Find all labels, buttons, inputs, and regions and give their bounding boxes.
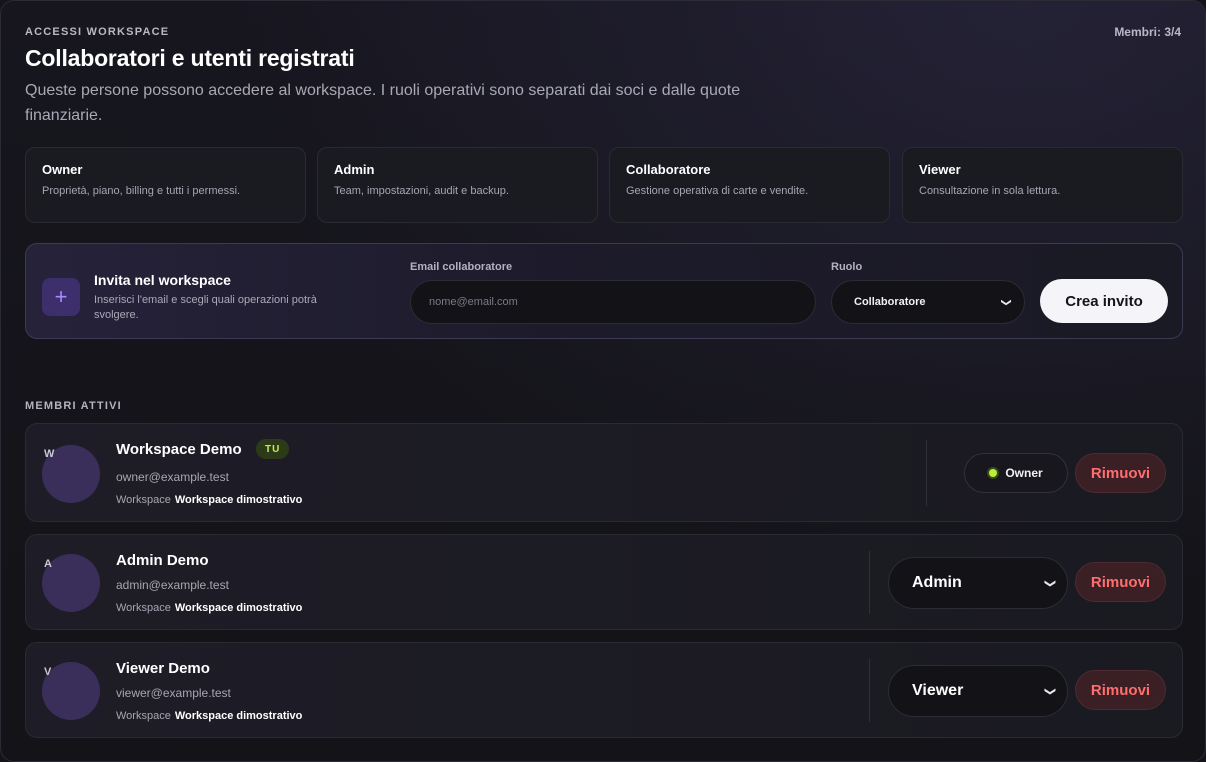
role-description: Proprietà, piano, billing e tutti i perm… xyxy=(42,185,241,197)
members-section-label: MEMBRI ATTIVI xyxy=(25,400,122,412)
role-name: Admin xyxy=(334,162,375,177)
workspace-label: Workspace xyxy=(116,602,171,614)
avatar-initial: A xyxy=(44,558,52,570)
member-name: Viewer Demo xyxy=(116,660,210,677)
workspace-label: Workspace xyxy=(116,494,171,506)
member-email: admin@example.test xyxy=(116,578,229,592)
remove-member-button[interactable]: Rimuovi xyxy=(1075,670,1166,710)
role-name: Owner xyxy=(42,162,83,177)
page-title: Collaboratori e utenti registrati xyxy=(25,45,355,71)
workspace-access-panel: ACCESSI WORKSPACE Membri: 3/4 Collaborat… xyxy=(0,0,1206,762)
invite-description: Inserisci l'email e scegli quali operazi… xyxy=(94,294,317,321)
create-invite-button[interactable]: Crea invito xyxy=(1040,279,1168,323)
avatar-initial: W xyxy=(44,448,55,460)
row-divider xyxy=(926,440,927,506)
role-name: Viewer xyxy=(919,162,961,177)
role-select-value: Admin xyxy=(912,574,962,591)
email-field[interactable] xyxy=(410,280,816,324)
role-name: Collaboratore xyxy=(626,162,711,177)
role-card-admin: Admin Team, impostazioni, audit e backup… xyxy=(317,147,598,223)
member-email: owner@example.test xyxy=(116,470,229,484)
section-eyebrow: ACCESSI WORKSPACE xyxy=(25,26,170,38)
workspace-name: Workspace dimostrativo xyxy=(174,494,303,506)
plus-icon: + xyxy=(42,278,80,316)
workspace-name: Workspace dimostrativo xyxy=(174,602,303,614)
role-select[interactable]: Collaboratore ❯ xyxy=(831,280,1025,324)
email-label: Email collaboratore xyxy=(410,261,513,273)
role-select-value: Viewer xyxy=(912,682,964,699)
remove-member-button[interactable]: Rimuovi xyxy=(1075,562,1166,602)
member-workspace: Workspace Workspace dimostrativo xyxy=(116,602,302,614)
status-dot-icon xyxy=(989,469,998,477)
member-name: Admin Demo xyxy=(116,552,209,569)
workspace-label: Workspace xyxy=(116,710,171,722)
role-description: Consultazione in sola lettura. xyxy=(919,185,1061,197)
role-card-viewer: Viewer Consultazione in sola lettura. xyxy=(902,147,1183,223)
role-select-value: Collaboratore xyxy=(854,296,926,308)
chevron-down-icon: ❯ xyxy=(1043,686,1056,696)
role-card-owner: Owner Proprietà, piano, billing e tutti … xyxy=(25,147,306,223)
member-role-select[interactable]: Viewer ❯ xyxy=(888,665,1068,717)
member-role-select[interactable]: Admin ❯ xyxy=(888,557,1068,609)
workspace-name: Workspace dimostrativo xyxy=(174,710,303,722)
role-descriptions: Owner Proprietà, piano, billing e tutti … xyxy=(25,147,1183,223)
row-divider xyxy=(869,659,870,722)
row-divider xyxy=(869,551,870,614)
member-email: viewer@example.test xyxy=(116,686,231,700)
role-description: Team, impostazioni, audit e backup. xyxy=(334,185,509,197)
role-value: Owner xyxy=(1005,466,1043,480)
role-card-collaboratore: Collaboratore Gestione operativa di cart… xyxy=(609,147,890,223)
member-workspace: Workspace Workspace dimostrativo xyxy=(116,710,302,722)
member-name: Workspace Demo xyxy=(116,441,242,458)
remove-member-button[interactable]: Rimuovi xyxy=(1075,453,1166,493)
member-row-workspace-demo: W Workspace Demo TU owner@example.test W… xyxy=(25,423,1183,522)
avatar-initial: V xyxy=(44,666,52,678)
member-row-viewer-demo: V Viewer Demo viewer@example.test Worksp… xyxy=(25,642,1183,738)
member-row-admin-demo: A Admin Demo admin@example.test Workspac… xyxy=(25,534,1183,630)
owner-role-pill: Owner xyxy=(964,453,1068,493)
invite-title: Invita nel workspace xyxy=(94,272,231,288)
chevron-down-icon: ❯ xyxy=(1043,578,1056,588)
you-badge: TU xyxy=(256,439,290,459)
chevron-down-icon: ❯ xyxy=(1000,297,1012,307)
page-subtitle: Queste persone possono accedere al works… xyxy=(25,82,741,124)
member-workspace: Workspace Workspace dimostrativo xyxy=(116,494,302,506)
role-description: Gestione operativa di carte e vendite. xyxy=(626,185,809,197)
member-count: Membri: 3/4 xyxy=(1114,25,1181,39)
invite-panel: + Invita nel workspace Inserisci l'email… xyxy=(25,243,1183,339)
role-label: Ruolo xyxy=(831,261,863,273)
